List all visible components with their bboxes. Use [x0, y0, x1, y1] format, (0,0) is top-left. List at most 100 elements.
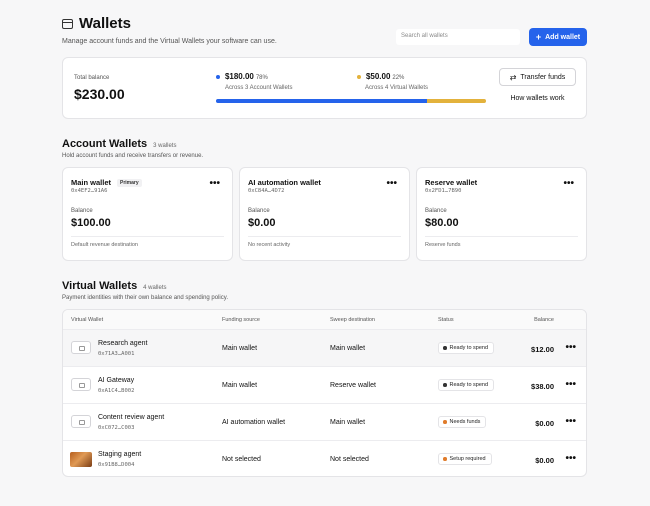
virtual-wallet-name: Staging agent	[98, 451, 142, 458]
balance-split-bar	[216, 99, 486, 103]
balance-label: Balance	[425, 208, 447, 214]
virtual-wallet-name: AI Gateway	[98, 377, 135, 384]
divider	[248, 236, 401, 237]
primary-badge: Primary	[117, 179, 142, 187]
funding-source: Not selected	[222, 456, 261, 463]
add-wallet-button[interactable]: + Add wallet	[529, 28, 587, 46]
virtual-wallets-heading: Virtual Wallets 4 wallets	[62, 280, 167, 292]
virtual-wallets-count: 4 wallets	[143, 285, 167, 291]
status-badge: Ready to spend	[438, 379, 495, 391]
column-header-virtual-wallet: Virtual Wallet	[71, 317, 104, 323]
plus-icon: +	[535, 31, 542, 42]
account-wallet-address: 0x2FD1…7B90	[425, 188, 462, 194]
column-header-funding-source: Funding source	[222, 317, 260, 323]
virtual-wallets-table: Virtual Wallet Funding source Sweep dest…	[62, 309, 587, 477]
table-row[interactable]: Staging agent 0x91B8…D004 Not selected N…	[63, 441, 586, 476]
status-dot-icon	[443, 383, 447, 387]
status-label: Ready to spend	[449, 345, 489, 351]
account-wallet-name-text: Main wallet	[71, 178, 112, 187]
divider	[71, 236, 224, 237]
account-wallet-balance: $80.00	[425, 217, 459, 229]
divider	[425, 236, 578, 237]
account-wallet-card[interactable]: AI automation wallet 0xC84A…4D72 ••• Bal…	[239, 167, 410, 261]
account-dot-icon	[216, 75, 220, 80]
status-label: Ready to spend	[449, 382, 489, 388]
account-wallet-footer: Reserve funds	[425, 242, 461, 248]
account-wallet-card[interactable]: Main wallet Primary 0x4EF2…91A6 ••• Balan…	[62, 167, 233, 261]
account-wallet-address: 0x4EF2…91A6	[71, 188, 108, 194]
virtual-wallet-address: 0x71A3…A001	[98, 351, 135, 357]
sweep-destination: Main wallet	[330, 345, 366, 352]
virtual-wallet-balance: $12.00	[531, 345, 554, 354]
sweep-destination: Not selected	[330, 456, 369, 463]
table-header: Virtual Wallet Funding source Sweep dest…	[63, 310, 586, 330]
column-header-sweep-destination: Sweep destination	[330, 317, 375, 323]
status-badge: Needs funds	[438, 416, 487, 428]
account-share-percent: 78%	[255, 75, 268, 81]
virtual-share-bar	[426, 99, 486, 103]
transfer-arrows-icon: ⇄	[509, 72, 517, 82]
virtual-wallet-balance: $38.00	[531, 382, 554, 391]
wallet-icon	[62, 19, 73, 29]
total-balance-label: Total balance	[74, 75, 110, 81]
account-wallet-footer: Default revenue destination	[71, 242, 138, 248]
status-dot-icon	[443, 420, 447, 424]
search-input[interactable]: Search all wallets	[396, 29, 520, 45]
account-wallet-card[interactable]: Reserve wallet 0x2FD1…7B90 ••• Balance $…	[416, 167, 587, 261]
virtual-wallet-name: Content review agent	[98, 414, 165, 421]
balance-label: Balance	[71, 208, 93, 214]
table-row[interactable]: AI Gateway 0xA1C4…B002 Main wallet Reser…	[63, 367, 586, 404]
account-wallets-heading: Account Wallets 3 wallets	[62, 138, 176, 150]
more-options-icon[interactable]: •••	[386, 179, 397, 189]
account-wallets-count: 3 wallets	[153, 143, 177, 149]
add-wallet-label: Add wallet	[545, 33, 581, 41]
virtual-wallet-balance: $0.00	[535, 456, 554, 465]
virtual-wallets-description: Payment identities with their own balanc…	[62, 295, 228, 301]
balance-label: Balance	[248, 208, 270, 214]
more-options-icon[interactable]: •••	[565, 417, 576, 427]
table-row[interactable]: Research agent 0x71A3…A001 Main wallet M…	[63, 330, 586, 367]
status-dot-icon	[443, 457, 447, 461]
transfer-funds-button[interactable]: ⇄ Transfer funds	[499, 68, 576, 86]
account-wallet-name: Main wallet Primary	[71, 178, 142, 187]
virtual-share-sub: Across 4 Virtual Wallets	[365, 85, 429, 91]
status-dot-icon	[443, 346, 447, 350]
more-options-icon[interactable]: •••	[565, 454, 576, 464]
funding-source: Main wallet	[222, 382, 258, 389]
wallet-icon	[71, 415, 91, 428]
more-options-icon[interactable]: •••	[563, 179, 574, 189]
column-header-status: Status	[438, 317, 454, 323]
account-wallet-name: Reserve wallet	[425, 178, 478, 187]
more-options-icon[interactable]: •••	[565, 343, 576, 353]
page-title: Wallets	[79, 15, 131, 32]
transfer-funds-label: Transfer funds	[520, 73, 566, 81]
virtual-dot-icon	[357, 75, 361, 80]
virtual-wallet-name: Research agent	[98, 340, 148, 347]
account-wallet-balance: $0.00	[248, 217, 276, 229]
status-badge: Ready to spend	[438, 342, 495, 354]
account-share: $180.00 78%	[216, 72, 268, 81]
virtual-wallets-title: Virtual Wallets	[62, 280, 138, 292]
how-wallets-work-link[interactable]: How wallets work	[499, 95, 576, 102]
table-row[interactable]: Content review agent 0xC072…C003 AI auto…	[63, 404, 586, 441]
virtual-wallet-address: 0xC072…C003	[98, 425, 135, 431]
column-header-balance: Balance	[534, 317, 554, 323]
page-subtitle: Manage account funds and the Virtual Wal…	[62, 38, 277, 45]
account-share-sub: Across 3 Account Wallets	[225, 85, 293, 91]
status-label: Needs funds	[449, 419, 481, 425]
funding-source: AI automation wallet	[222, 419, 286, 426]
balance-summary-card: Total balance $230.00 $180.00 78% Across…	[62, 57, 587, 119]
account-wallet-address: 0xC84A…4D72	[248, 188, 285, 194]
account-wallet-name: AI automation wallet	[248, 178, 321, 187]
account-share-bar	[216, 99, 427, 103]
sweep-destination: Reserve wallet	[330, 382, 376, 389]
more-options-icon[interactable]: •••	[565, 380, 576, 390]
account-wallet-balance: $100.00	[71, 217, 111, 229]
wallets-page: Wallets Manage account funds and the Vir…	[0, 0, 650, 506]
funding-source: Main wallet	[222, 345, 258, 352]
more-options-icon[interactable]: •••	[209, 179, 220, 189]
virtual-share: $50.00 22%	[357, 72, 404, 81]
wallet-icon	[71, 341, 91, 354]
wallet-icon	[71, 378, 91, 391]
account-share-amount: $180.00	[224, 72, 254, 81]
